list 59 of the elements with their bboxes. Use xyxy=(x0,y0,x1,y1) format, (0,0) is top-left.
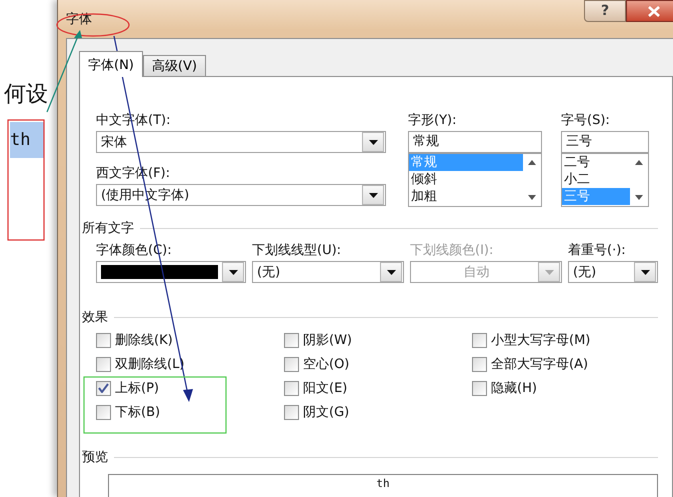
scroll-down-icon[interactable] xyxy=(528,195,536,200)
scroll-down-icon[interactable] xyxy=(635,195,643,200)
checkbox[interactable] xyxy=(96,332,111,348)
list-item[interactable]: 二号 xyxy=(562,154,630,171)
tab[interactable]: 高级(V) xyxy=(142,55,206,77)
checkbox-label[interactable]: 上标(P) xyxy=(115,379,159,397)
preview-text: th xyxy=(376,477,390,491)
dropdown-arrow-icon xyxy=(368,192,378,198)
document-text: 何设 xyxy=(3,81,49,109)
field-label: 字形(Y): xyxy=(408,112,458,130)
checkbox-label[interactable]: 小型大写字母(M) xyxy=(491,331,590,349)
dropdown-arrow-icon xyxy=(228,270,238,274)
select-dropdown[interactable]: (无) xyxy=(568,261,658,283)
checkbox[interactable] xyxy=(472,380,487,396)
checkbox-label[interactable]: 阳文(E) xyxy=(303,379,348,397)
size-field[interactable]: 三号 xyxy=(561,131,649,153)
checkbox-label[interactable]: 阴影(W) xyxy=(303,331,352,349)
selected-text: th xyxy=(10,122,44,158)
checkbox-label[interactable]: 删除线(K) xyxy=(115,331,173,349)
list-box[interactable]: 二号 小二 三号 xyxy=(561,153,649,207)
field-label: 下划线线型(U): xyxy=(252,242,342,260)
checkbox-label[interactable]: 阴文(G) xyxy=(303,403,350,421)
dropdown-arrow-icon xyxy=(640,270,650,274)
tab[interactable]: 字体(N) xyxy=(79,51,143,77)
checkbox[interactable] xyxy=(96,356,111,372)
checkbox[interactable] xyxy=(284,356,299,372)
field-label: 字号(S): xyxy=(561,112,611,130)
field-label: 下划线颜色(I): xyxy=(410,242,494,260)
checkbox[interactable] xyxy=(96,404,111,420)
section-title: 所有文字 xyxy=(82,220,134,237)
field-label: 着重号(·): xyxy=(568,242,627,260)
checkbox[interactable] xyxy=(472,332,487,348)
checkbox-label[interactable]: 下标(B) xyxy=(115,403,160,421)
checkbox[interactable] xyxy=(284,332,299,348)
close-button[interactable] xyxy=(626,0,673,22)
style-field[interactable]: 常规 xyxy=(408,131,542,153)
checkbox-label[interactable]: 全部大写字母(A) xyxy=(491,355,588,373)
font-dropdown[interactable]: 宋体 xyxy=(96,131,386,153)
checkbox[interactable] xyxy=(284,380,299,396)
checkbox[interactable] xyxy=(284,404,299,420)
checkbox[interactable] xyxy=(472,356,487,372)
help-button[interactable]: ? xyxy=(584,0,626,22)
checkbox[interactable] xyxy=(96,380,111,396)
section-title: 预览 xyxy=(82,449,108,466)
list-item[interactable]: 加粗 xyxy=(409,188,523,205)
dropdown-arrow-icon xyxy=(386,270,396,274)
list-item[interactable]: 倾斜 xyxy=(409,171,523,188)
list-item[interactable]: 小二 xyxy=(562,171,630,188)
dropdown-arrow-icon xyxy=(544,270,554,274)
checkbox-label[interactable]: 隐藏(H) xyxy=(491,379,537,397)
dropdown-arrow-icon xyxy=(368,140,378,144)
section-title: 效果 xyxy=(82,309,108,326)
close-icon xyxy=(648,6,660,16)
checkbox-label[interactable]: 空心(O) xyxy=(303,355,350,373)
color-dropdown[interactable] xyxy=(96,261,246,283)
scroll-up-icon[interactable] xyxy=(528,160,536,165)
list-box[interactable]: 常规 倾斜 加粗 xyxy=(408,153,542,207)
scroll-up-icon[interactable] xyxy=(635,160,643,165)
select-dropdown[interactable]: (无) xyxy=(252,261,404,283)
